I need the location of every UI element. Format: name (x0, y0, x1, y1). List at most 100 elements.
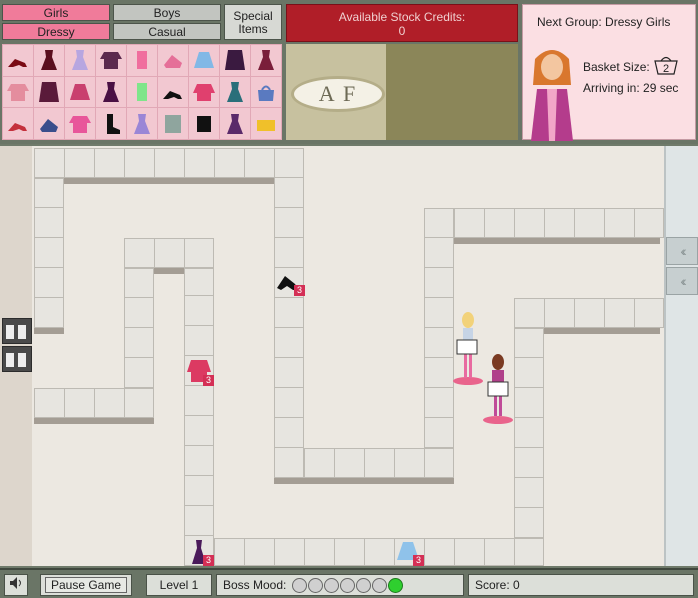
dress-icon (103, 81, 119, 102)
stock-slot[interactable] (3, 45, 33, 76)
shelf-segment[interactable] (124, 268, 154, 388)
dress-icon (227, 113, 243, 134)
scarf-icon (165, 114, 181, 133)
shelf-items-icon (6, 325, 26, 339)
entrance-strip (664, 146, 698, 566)
tab-boys[interactable]: Boys (113, 4, 221, 21)
cubby-slot[interactable] (2, 318, 32, 344)
pause-game-label: Pause Game (45, 577, 127, 593)
top-icon (7, 83, 29, 101)
boss-mood-label: Boss Mood: (223, 578, 287, 592)
stock-slot[interactable] (220, 108, 250, 139)
shelf-segment[interactable] (274, 148, 304, 478)
stock-slot[interactable] (189, 76, 219, 108)
shelf-segment[interactable] (514, 298, 664, 328)
stock-slot[interactable] (34, 108, 64, 139)
stock-slot[interactable] (251, 76, 281, 108)
cubby-slot[interactable] (2, 346, 32, 372)
tab-casual[interactable]: Casual (113, 23, 221, 40)
mood-face-icon (308, 578, 323, 593)
next-group-panel: Next Group: Dressy Girls Basket Size: 2 … (522, 4, 696, 141)
stock-slot[interactable] (220, 45, 250, 76)
stock-slot[interactable] (96, 108, 126, 139)
credits-label: Available Stock Credits: (338, 10, 466, 24)
category-tabs: Girls Dressy Boys Casual Special Items (2, 4, 282, 42)
shelf-shadow (454, 238, 660, 244)
stock-slot[interactable] (220, 76, 250, 108)
stock-slot[interactable] (251, 45, 281, 76)
floor-item-heels[interactable]: 3 (275, 268, 305, 296)
stock-slot[interactable] (34, 45, 64, 76)
shelf-segment[interactable] (34, 178, 64, 328)
basket-size-value: 2 (663, 63, 669, 75)
skirt-icon (197, 115, 211, 132)
stock-slot[interactable] (65, 45, 95, 76)
stock-slot[interactable] (127, 108, 157, 139)
boss-mood-meter: Boss Mood: (216, 574, 464, 596)
floor-item-purple-dress[interactable]: 3 (186, 538, 214, 566)
mood-face-icon (356, 578, 371, 593)
mood-face-icon (372, 578, 387, 593)
floor-item-blue-skirt[interactable]: 3 (394, 538, 424, 566)
stock-slot[interactable] (251, 108, 281, 139)
quantity-badge: 3 (203, 555, 214, 566)
shelf-segment[interactable] (454, 208, 664, 238)
top-icon (137, 82, 147, 101)
stock-slot[interactable] (127, 45, 157, 76)
stock-slot[interactable] (96, 76, 126, 108)
stock-item-grid (2, 44, 282, 140)
shelf-shadow (34, 328, 64, 334)
mood-face-happy-icon (388, 578, 403, 593)
stock-slot[interactable] (158, 108, 188, 139)
clutch-icon (257, 119, 275, 131)
customer-portrait-icon (531, 50, 573, 141)
tab-dressy[interactable]: Dressy (2, 23, 110, 40)
shopper[interactable] (480, 352, 520, 428)
top-bar: Girls Dressy Boys Casual Special Items A… (0, 0, 698, 144)
stock-slot[interactable] (3, 108, 33, 139)
shelf-segment[interactable] (34, 148, 304, 178)
stock-slot[interactable] (158, 45, 188, 76)
speaker-icon (10, 577, 21, 589)
stock-slot[interactable] (158, 76, 188, 108)
entrance-arrow-icon: ‹‹ (666, 237, 698, 265)
boots-icon (107, 113, 120, 134)
stock-slot[interactable] (189, 108, 219, 139)
heels-icon (8, 122, 27, 131)
stock-slot[interactable] (189, 45, 219, 76)
shelf-shadow (154, 268, 184, 274)
skirt-icon (70, 83, 90, 100)
stock-slot[interactable] (34, 76, 64, 108)
pause-game-button[interactable]: Pause Game (40, 574, 132, 596)
shelf-segment[interactable] (304, 448, 454, 478)
top-icon (69, 115, 91, 133)
heels-icon (8, 59, 27, 68)
logo-panel-right (386, 44, 518, 140)
shopper-brunette-icon (483, 354, 513, 424)
shelf-segment[interactable] (124, 238, 214, 268)
tab-girls[interactable]: Girls (2, 4, 110, 21)
floor-item-pink-sweater[interactable]: 3 (185, 356, 214, 386)
stock-slot[interactable] (127, 76, 157, 108)
shelf-segment[interactable] (184, 268, 214, 566)
stock-slot[interactable] (65, 76, 95, 108)
stock-slot[interactable] (3, 76, 33, 108)
sweater-icon (193, 83, 215, 101)
quantity-badge: 3 (413, 555, 424, 566)
dress-icon (258, 50, 274, 71)
tab-special-items[interactable]: Special Items (224, 4, 282, 40)
stock-slot[interactable] (65, 108, 95, 139)
bottom-bar: Pause Game Level 1 Boss Mood: Score: 0 (0, 568, 698, 598)
shoes-icon (164, 55, 182, 69)
sound-toggle-button[interactable] (4, 574, 28, 596)
quantity-badge: 3 (294, 285, 305, 296)
skirt-icon (194, 52, 214, 69)
shelf-shadow (64, 178, 274, 184)
stock-credits-panel: Available Stock Credits: 0 (286, 4, 518, 42)
shelf-segment[interactable] (34, 388, 154, 418)
shelf-segment[interactable] (214, 538, 544, 566)
stock-slot[interactable] (96, 45, 126, 76)
shoes-icon (40, 118, 58, 132)
entrance-arrow-icon: ‹‹ (666, 267, 698, 295)
heels-icon (163, 90, 182, 99)
